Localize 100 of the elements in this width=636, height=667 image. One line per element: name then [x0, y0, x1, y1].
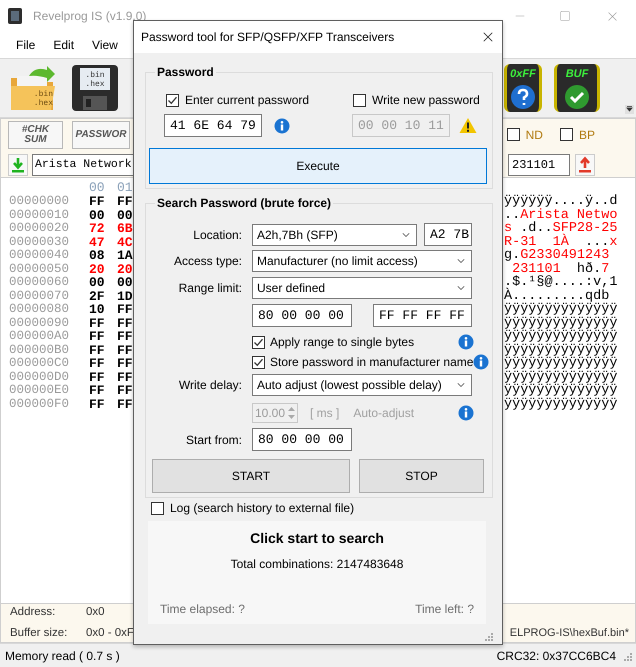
status-text: Memory read ( 0.7 s ): [5, 648, 120, 664]
ascii-text: ÿÿÿÿÿÿÿÿÿÿÿÿÿÿ: [504, 303, 618, 316]
checksum-button[interactable]: #CHK SUM: [8, 120, 63, 148]
info-icon: [274, 118, 290, 134]
hex-byte: 20: [117, 262, 134, 276]
buffer-check-button[interactable]: BUF: [554, 64, 600, 112]
buffer-size-caption: Buffer size:: [10, 626, 68, 641]
menu-item[interactable]: Edit: [53, 36, 74, 54]
hex-byte: 1D: [117, 290, 134, 303]
ascii-text: ÿÿÿÿÿÿÿÿÿÿÿÿÿÿ: [504, 330, 618, 344]
column-header: 00: [89, 179, 106, 196]
result-message: Click start to search: [250, 529, 384, 548]
hex-byte: FF: [117, 330, 134, 344]
stop-button[interactable]: STOP: [359, 459, 484, 493]
ascii-text: g.G2330491243: [504, 249, 610, 262]
download-icon[interactable]: [8, 154, 28, 176]
menu-item[interactable]: View: [92, 36, 118, 54]
checkbox[interactable]: [353, 94, 366, 106]
checkbox-label: Log (search history to external file): [170, 500, 354, 517]
hex-byte: FF: [89, 398, 106, 411]
hex-byte: FF: [89, 316, 106, 330]
buffer-size-value: 0x0 - 0xF: [86, 626, 134, 641]
hex-byte: FF: [117, 370, 134, 384]
resize-grip-icon: [622, 650, 632, 660]
address-label: 00000060: [8, 276, 70, 290]
app-icon: [8, 8, 22, 24]
start-button[interactable]: START: [152, 459, 350, 493]
unit-label: [ ms ]: [310, 405, 340, 422]
checkbox-label: Apply range to single bytes: [270, 334, 414, 351]
start-from-field[interactable]: 80 00 00 00: [252, 428, 352, 451]
checkbox[interactable]: [252, 336, 265, 348]
ascii-text: ÿÿÿÿÿÿÿÿÿÿÿÿÿÿ: [504, 398, 618, 411]
hex-byte: 00: [117, 208, 134, 222]
hex-byte: 4C: [117, 236, 134, 249]
hex-byte: FF: [117, 344, 134, 357]
date-field[interactable]: 231101: [508, 154, 570, 176]
file-path: ELPROG-IS\hexBuf.bin*: [510, 626, 629, 641]
hex-byte: 72: [89, 222, 106, 236]
field-label: Access type:: [172, 253, 242, 270]
time-elapsed: Time elapsed: ?: [160, 601, 245, 618]
checkbox[interactable]: [166, 94, 179, 106]
save-file-button[interactable]: .bin .hex: [71, 64, 119, 112]
range-from-field[interactable]: 80 00 00 00: [252, 304, 352, 327]
hex-byte: 20: [89, 262, 106, 276]
execute-button[interactable]: Execute: [149, 148, 487, 184]
hex-byte: FF: [89, 344, 106, 357]
address-label: 000000F0: [8, 398, 70, 411]
address-label: 00000090: [8, 316, 70, 330]
checkbox-label: ND: [526, 126, 543, 144]
range-to-field[interactable]: FF FF FF FF: [373, 304, 472, 327]
hex-byte: FF: [117, 316, 134, 330]
hex-byte: 00: [89, 208, 106, 222]
menu-item[interactable]: File: [16, 36, 36, 54]
hex-byte: 47: [89, 236, 106, 249]
address-caption: Address:: [10, 604, 56, 620]
checkbox[interactable]: [151, 502, 164, 514]
hex-byte: FF: [89, 384, 106, 398]
hex-byte: 6B: [117, 222, 134, 236]
hex-byte: 2F: [89, 290, 106, 303]
field-label: Write delay:: [178, 377, 242, 394]
current-password-field[interactable]: 41 6E 64 79: [164, 114, 262, 137]
hex-byte: FF: [117, 303, 134, 316]
ascii-text: 231101 hð.7: [512, 262, 610, 276]
address-label: 00000040: [8, 249, 70, 262]
checkbox[interactable]: [252, 356, 265, 368]
time-left: Time left: ?: [415, 601, 474, 618]
checkbox[interactable]: [506, 128, 520, 141]
field-label: Location:: [192, 226, 242, 244]
open-file-button[interactable]: .bin .hex: [9, 64, 59, 112]
address-label: 000000A0: [8, 330, 70, 344]
hex-byte: 10: [89, 303, 106, 316]
info-icon: [458, 334, 474, 350]
upload-icon[interactable]: [575, 154, 595, 176]
ascii-text: ÿÿÿÿÿÿÿÿÿÿÿÿÿÿ: [504, 344, 618, 357]
group-title: Password: [156, 64, 215, 81]
hex-byte: FF: [117, 195, 134, 208]
password-button[interactable]: PASSWOR: [72, 120, 130, 148]
ascii-text: ÿÿÿÿÿÿÿÿÿÿÿÿÿÿ: [504, 370, 618, 384]
ascii-text: R-31 1À ...x: [504, 236, 618, 249]
range-limit-dropdown[interactable]: User defined: [252, 277, 472, 299]
ascii-text: À.........qdb: [504, 290, 610, 303]
access-type-dropdown[interactable]: Manufacturer (no limit access): [252, 250, 472, 272]
location-address-field[interactable]: A2 7B: [424, 223, 472, 246]
vendor-field[interactable]: Arista Network: [32, 154, 135, 176]
checkbox-label: Write new password: [372, 92, 480, 109]
overflow-arrow-icon[interactable]: [625, 105, 634, 114]
total-combinations: Total combinations: 2147483648: [230, 556, 404, 573]
hex-byte: 1A: [117, 249, 134, 262]
address-label: 000000E0: [8, 384, 70, 398]
info-icon: [458, 405, 474, 421]
location-dropdown[interactable]: A2h,7Bh (SFP): [252, 224, 417, 246]
address-label: 000000B0: [8, 344, 70, 357]
hex-byte: 08: [89, 249, 106, 262]
column-header: 01: [117, 179, 134, 196]
hex-byte: FF: [89, 195, 106, 208]
checkbox-label: BP: [578, 126, 595, 144]
blank-check-button[interactable]: 0xFF: [504, 64, 542, 112]
checkbox[interactable]: [560, 128, 573, 141]
address-label: 00000010: [8, 208, 70, 222]
crc-text: CRC32: 0x37CC6BC4: [496, 648, 616, 664]
